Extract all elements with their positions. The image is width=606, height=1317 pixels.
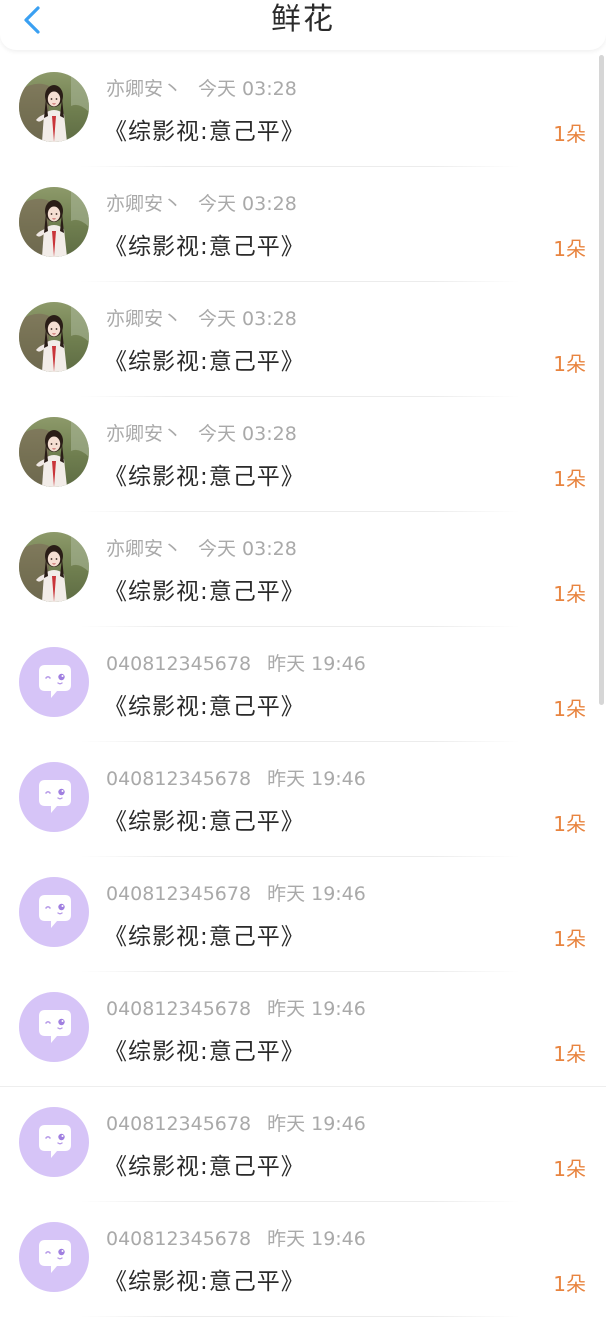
send-time: 今天 03:28 [198,78,297,100]
flower-count: 1朵 [553,1042,586,1066]
top-bar: 鲜花 [0,0,606,50]
send-time: 昨天 19:46 [267,768,366,790]
list-item[interactable]: 040812345678 昨天 19:46 《综影视:意己平》 1朵 [0,1087,606,1202]
sender-name: 亦卿安丶 [106,538,183,560]
flower-count: 1朵 [553,122,586,146]
send-time: 昨天 19:46 [267,1113,366,1135]
book-title[interactable]: 《综影视:意己平》 [104,802,305,836]
send-time: 今天 03:28 [198,538,297,560]
avatar[interactable] [19,1222,89,1292]
sender-meta: 040812345678 昨天 19:46 [106,879,366,906]
sender-meta: 040812345678 昨天 19:46 [106,1109,366,1136]
flower-count: 1朵 [553,1272,586,1296]
sender-name: 040812345678 [106,768,252,790]
girl-avatar-icon [19,302,89,372]
list-item[interactable]: 亦卿安丶 今天 03:28 《综影视:意己平》 1朵 [0,282,606,397]
sender-meta: 040812345678 昨天 19:46 [106,1224,366,1251]
book-title[interactable]: 《综影视:意己平》 [104,687,305,721]
girl-avatar-icon [19,187,89,257]
sender-name: 040812345678 [106,998,252,1020]
list-item[interactable]: 040812345678 昨天 19:46 《综影视:意己平》 1朵 [0,1202,606,1317]
list-item[interactable]: 亦卿安丶 今天 03:28 《综影视:意己平》 1朵 [0,52,606,167]
chat-bubble-avatar-icon [19,647,89,717]
book-title[interactable]: 《综影视:意己平》 [104,457,305,491]
avatar[interactable] [19,417,89,487]
girl-avatar-icon [19,72,89,142]
sender-meta: 040812345678 昨天 19:46 [106,764,366,791]
send-time: 今天 03:28 [198,308,297,330]
sender-meta: 亦卿安丶 今天 03:28 [106,304,297,331]
flower-count: 1朵 [553,812,586,836]
list-item[interactable]: 040812345678 昨天 19:46 《综影视:意己平》 1朵 [0,742,606,857]
flower-count: 1朵 [553,237,586,261]
avatar[interactable] [19,762,89,832]
list-item[interactable]: 040812345678 昨天 19:46 《综影视:意己平》 1朵 [0,857,606,972]
scrollbar[interactable] [599,55,604,705]
book-title[interactable]: 《综影视:意己平》 [104,1032,305,1066]
send-time: 昨天 19:46 [267,883,366,905]
flower-count: 1朵 [553,1157,586,1181]
sender-name: 040812345678 [106,653,252,675]
book-title[interactable]: 《综影视:意己平》 [104,227,305,261]
book-title[interactable]: 《综影视:意己平》 [104,342,305,376]
girl-avatar-icon [19,532,89,602]
send-time: 今天 03:28 [198,193,297,215]
list-item[interactable]: 亦卿安丶 今天 03:28 《综影视:意己平》 1朵 [0,512,606,627]
flower-count: 1朵 [553,927,586,951]
sender-meta: 040812345678 昨天 19:46 [106,649,366,676]
sender-meta: 亦卿安丶 今天 03:28 [106,189,297,216]
page-title: 鲜花 [271,2,335,37]
send-time: 昨天 19:46 [267,653,366,675]
book-title[interactable]: 《综影视:意己平》 [104,917,305,951]
sender-name: 亦卿安丶 [106,193,183,215]
sender-name: 亦卿安丶 [106,78,183,100]
avatar[interactable] [19,302,89,372]
flower-record-list: 亦卿安丶 今天 03:28 《综影视:意己平》 1朵 亦卿安丶 今天 03:28 《综影视:… [0,52,606,1317]
book-title[interactable]: 《综影视:意己平》 [104,1262,305,1296]
flower-count: 1朵 [553,467,586,491]
chat-bubble-avatar-icon [19,992,89,1062]
avatar[interactable] [19,187,89,257]
avatar[interactable] [19,72,89,142]
avatar[interactable] [19,877,89,947]
sender-meta: 040812345678 昨天 19:46 [106,994,366,1021]
book-title[interactable]: 《综影视:意己平》 [104,572,305,606]
sender-name: 亦卿安丶 [106,423,183,445]
list-item[interactable]: 亦卿安丶 今天 03:28 《综影视:意己平》 1朵 [0,167,606,282]
chat-bubble-avatar-icon [19,877,89,947]
book-title[interactable]: 《综影视:意己平》 [104,112,305,146]
flower-count: 1朵 [553,582,586,606]
chat-bubble-avatar-icon [19,1222,89,1292]
send-time: 昨天 19:46 [267,998,366,1020]
avatar[interactable] [19,1107,89,1177]
list-item[interactable]: 040812345678 昨天 19:46 《综影视:意己平》 1朵 [0,972,606,1087]
list-item[interactable]: 亦卿安丶 今天 03:28 《综影视:意己平》 1朵 [0,397,606,512]
sender-name: 040812345678 [106,883,252,905]
book-title[interactable]: 《综影视:意己平》 [104,1147,305,1181]
sender-name: 040812345678 [106,1228,252,1250]
send-time: 今天 03:28 [198,423,297,445]
avatar[interactable] [19,532,89,602]
avatar[interactable] [19,992,89,1062]
sender-name: 亦卿安丶 [106,308,183,330]
send-time: 昨天 19:46 [267,1228,366,1250]
sender-name: 040812345678 [106,1113,252,1135]
list-item[interactable]: 040812345678 昨天 19:46 《综影视:意己平》 1朵 [0,627,606,742]
avatar[interactable] [19,647,89,717]
sender-meta: 亦卿安丶 今天 03:28 [106,74,297,101]
sender-meta: 亦卿安丶 今天 03:28 [106,419,297,446]
flower-count: 1朵 [553,697,586,721]
chat-bubble-avatar-icon [19,762,89,832]
chat-bubble-avatar-icon [19,1107,89,1177]
flower-count: 1朵 [553,352,586,376]
girl-avatar-icon [19,417,89,487]
sender-meta: 亦卿安丶 今天 03:28 [106,534,297,561]
